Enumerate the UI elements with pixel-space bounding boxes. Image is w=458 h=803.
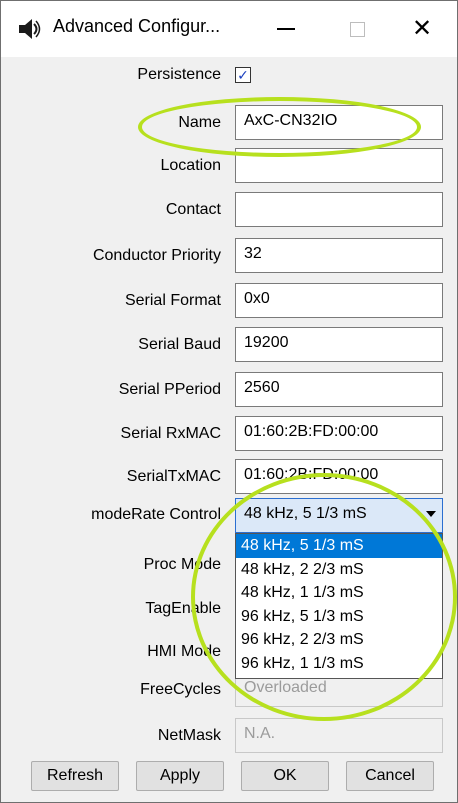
location-label: Location: [160, 157, 222, 174]
serial-baud-label: Serial Baud: [138, 336, 221, 353]
name-label: Name: [178, 114, 221, 131]
serial-pperiod-field[interactable]: 2560: [235, 372, 443, 407]
conductor-priority-label: Conductor Priority: [92, 247, 221, 264]
minimize-icon: [277, 28, 295, 30]
serial-rxmac-field[interactable]: 01:60:2B:FD:00:00: [235, 416, 443, 451]
free-cycles-label: FreeCycles: [140, 681, 221, 698]
ok-button[interactable]: OK: [241, 761, 329, 791]
moderate-control-dropdown: 48 kHz, 5 1/3 mS 48 kHz, 2 2/3 mS 48 kHz…: [235, 533, 443, 679]
moderate-control-label: modeRate Control: [91, 506, 221, 523]
location-field[interactable]: [235, 148, 443, 183]
serial-format-field[interactable]: 0x0: [235, 283, 443, 318]
title-bar: Advanced Configur... ✕: [1, 1, 457, 57]
serial-rxmac-label: Serial RxMAC: [120, 425, 221, 442]
tag-enable-label: TagEnable: [145, 600, 221, 617]
contact-label: Contact: [165, 201, 221, 218]
moderate-control-selected: 48 kHz, 5 1/3 mS: [244, 505, 367, 522]
minimize-button[interactable]: [263, 11, 309, 47]
dropdown-option[interactable]: 96 kHz, 5 1/3 mS: [236, 605, 442, 629]
dropdown-option[interactable]: 48 kHz, 5 1/3 mS: [236, 534, 442, 558]
hmi-mode-label: HMI Mode: [147, 643, 221, 660]
close-button[interactable]: ✕: [399, 11, 445, 47]
persistence-label: Persistence: [137, 66, 221, 83]
serial-format-label: Serial Format: [124, 292, 221, 309]
apply-button[interactable]: Apply: [136, 761, 224, 791]
speaker-icon: [19, 19, 41, 39]
dropdown-option[interactable]: 48 kHz, 1 1/3 mS: [236, 581, 442, 605]
refresh-button[interactable]: Refresh: [31, 761, 119, 791]
contact-field[interactable]: [235, 192, 443, 227]
name-field[interactable]: AxC-CN32IO: [235, 105, 443, 140]
serial-baud-field[interactable]: 19200: [235, 327, 443, 362]
conductor-priority-field[interactable]: 32: [235, 238, 443, 273]
serial-pperiod-label: Serial PPeriod: [118, 381, 221, 398]
advanced-configuration-window: Advanced Configur... ✕ Persistence ✓ Nam…: [0, 0, 458, 803]
netmask-field: N.A.: [235, 718, 443, 753]
maximize-icon: [349, 21, 365, 37]
serial-txmac-label: SerialTxMAC: [126, 468, 221, 485]
persistence-checkbox[interactable]: ✓: [235, 67, 251, 83]
maximize-button[interactable]: [334, 11, 380, 47]
close-icon: ✕: [411, 15, 433, 42]
serial-txmac-field[interactable]: 01:60:2B:FD:00:00: [235, 459, 443, 494]
proc-mode-label: Proc Mode: [143, 556, 221, 573]
dropdown-option[interactable]: 48 kHz, 2 2/3 mS: [236, 558, 442, 582]
moderate-control-select[interactable]: 48 kHz, 5 1/3 mS: [235, 498, 443, 533]
dropdown-option[interactable]: 96 kHz, 1 1/3 mS: [236, 652, 442, 676]
dropdown-arrow-icon: [426, 511, 436, 517]
window-title: Advanced Configur...: [53, 16, 221, 36]
cancel-button[interactable]: Cancel: [346, 761, 434, 791]
dropdown-option[interactable]: 96 kHz, 2 2/3 mS: [236, 628, 442, 652]
netmask-label: NetMask: [157, 727, 221, 744]
